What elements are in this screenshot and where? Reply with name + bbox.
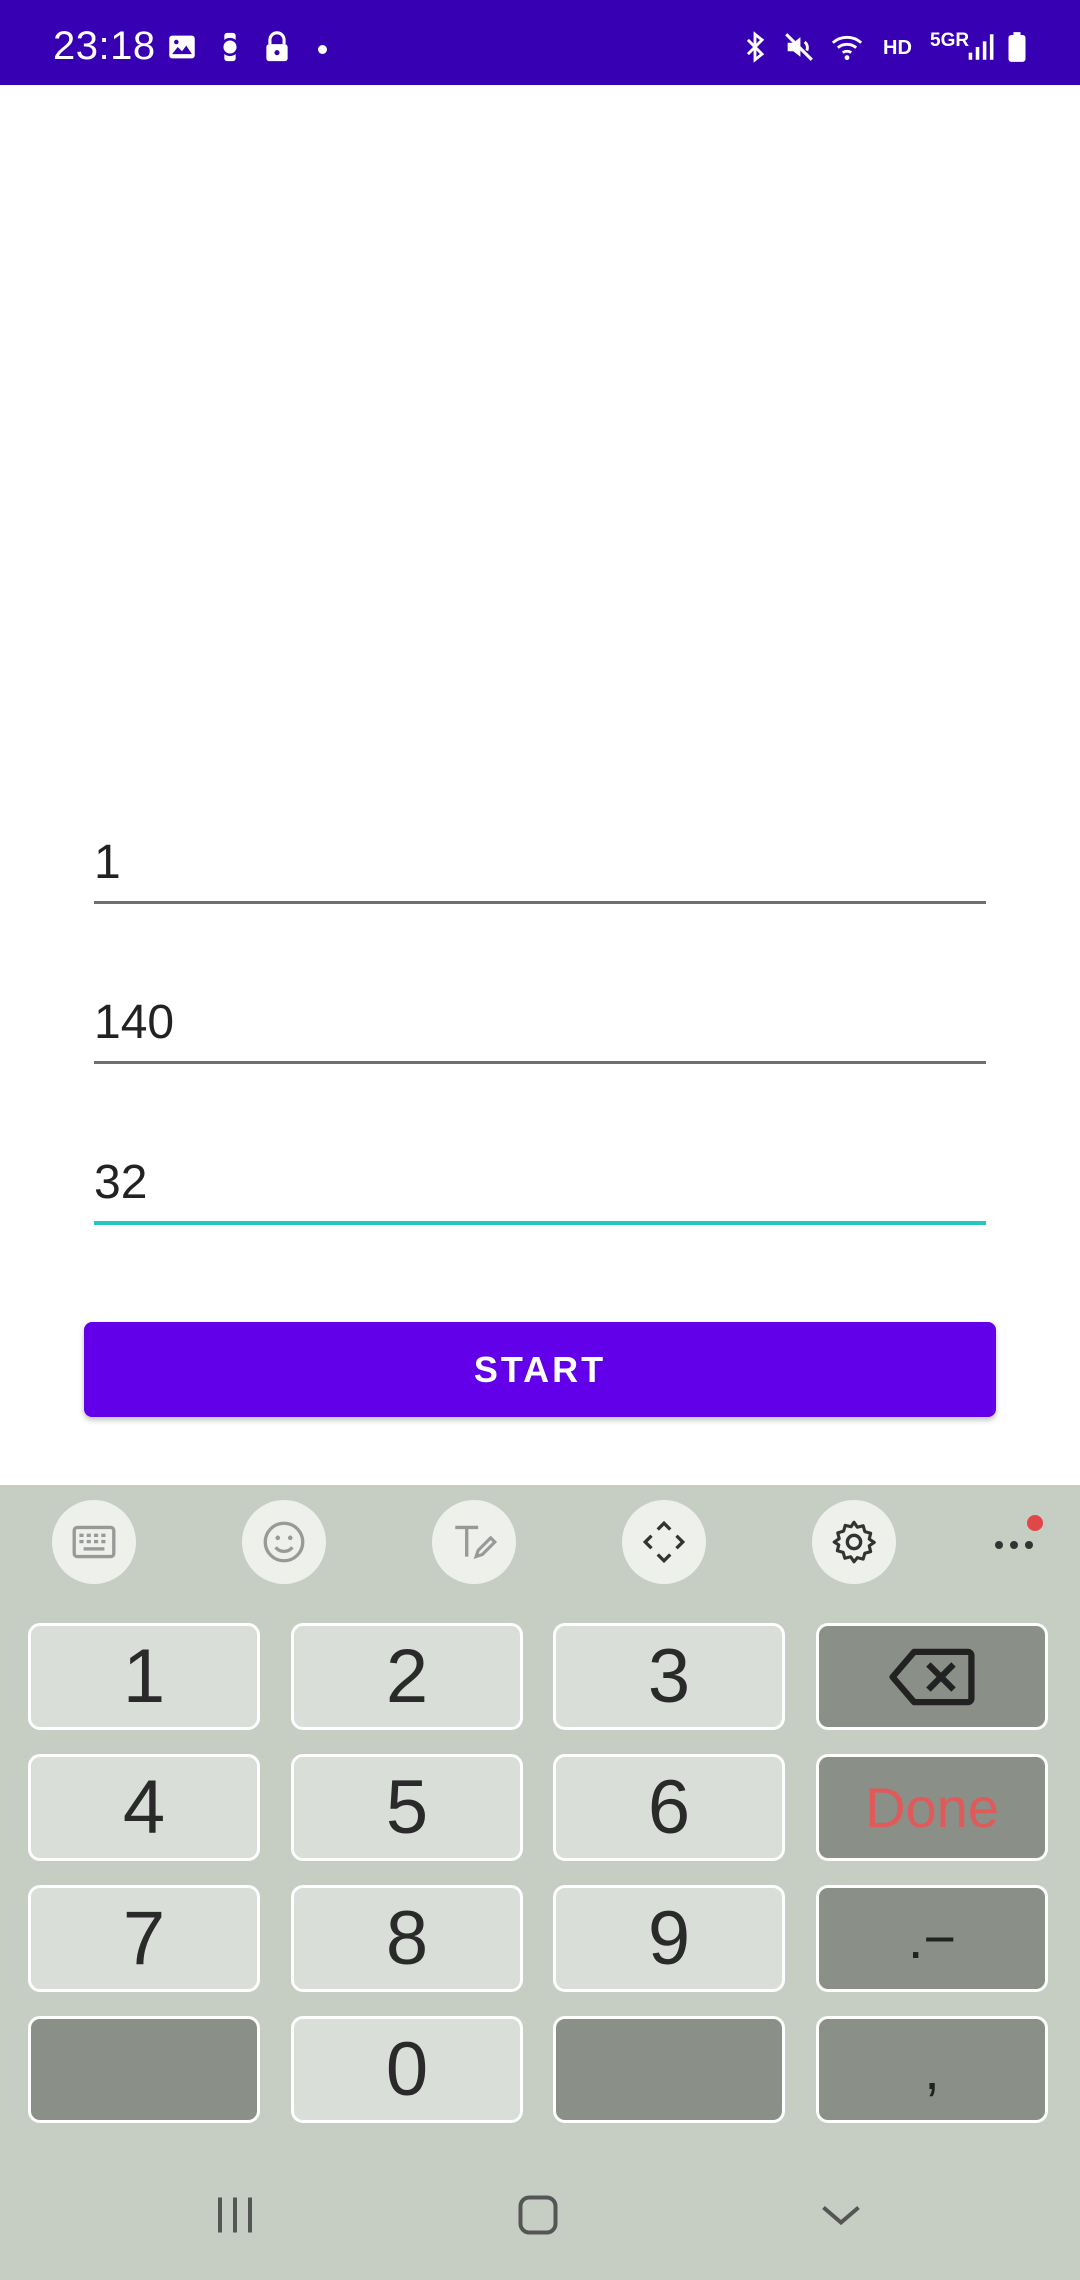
settings-icon[interactable] [812, 1500, 896, 1584]
handwriting-icon[interactable] [432, 1500, 516, 1584]
notification-dot [1027, 1515, 1043, 1531]
key-4[interactable]: 4 [28, 1754, 260, 1861]
keyboard-icon[interactable] [52, 1500, 136, 1584]
input-field-3[interactable]: 32 [94, 1155, 986, 1227]
key-5[interactable]: 5 [291, 1754, 523, 1861]
lock-icon [260, 30, 294, 64]
key-1[interactable]: 1 [28, 1623, 260, 1730]
dot-icon [318, 45, 327, 54]
backspace-key[interactable] [816, 1623, 1048, 1730]
mute-icon [782, 30, 816, 64]
done-key[interactable]: Done [816, 1754, 1048, 1861]
key-7[interactable]: 7 [28, 1885, 260, 1992]
hd-label: HD [883, 37, 912, 59]
key-2[interactable]: 2 [291, 1623, 523, 1730]
key-3[interactable]: 3 [553, 1623, 785, 1730]
wifi-icon [830, 30, 864, 64]
input-field-1[interactable]: 1 [94, 835, 986, 905]
numeric-keyboard [0, 1485, 1080, 2280]
input-field-1-underline [94, 901, 986, 904]
status-bar: 23:18 HD 5GR [0, 0, 1080, 85]
blank-key-left[interactable] [28, 2016, 260, 2123]
key-9[interactable]: 9 [553, 1885, 785, 1992]
input-field-3-underline [94, 1221, 986, 1225]
recent-apps-icon[interactable] [205, 2185, 265, 2245]
backspace-icon [889, 1648, 975, 1705]
battery-icon [1000, 30, 1034, 64]
blank-key-right[interactable] [553, 2016, 785, 2123]
comma-key[interactable]: , [816, 2016, 1048, 2123]
image-icon [165, 30, 199, 64]
signal-icon [963, 30, 997, 64]
key-6[interactable]: 6 [553, 1754, 785, 1861]
input-field-2-underline [94, 1061, 986, 1064]
status-time: 23:18 [53, 24, 156, 68]
key-8[interactable]: 8 [291, 1885, 523, 1992]
emoji-icon[interactable] [242, 1500, 326, 1584]
home-icon[interactable] [508, 2185, 568, 2245]
dot-minus-key[interactable]: .− [816, 1885, 1048, 1992]
start-button[interactable]: START [84, 1322, 996, 1417]
move-keyboard-icon[interactable] [622, 1500, 706, 1584]
input-field-3-value: 32 [94, 1156, 148, 1209]
watch-icon [213, 30, 247, 64]
input-field-2[interactable]: 140 [94, 995, 986, 1065]
input-field-2-value: 140 [94, 996, 175, 1049]
bluetooth-icon [738, 30, 772, 64]
back-icon[interactable] [811, 2185, 871, 2245]
key-0[interactable]: 0 [291, 2016, 523, 2123]
input-field-1-value: 1 [94, 836, 121, 889]
